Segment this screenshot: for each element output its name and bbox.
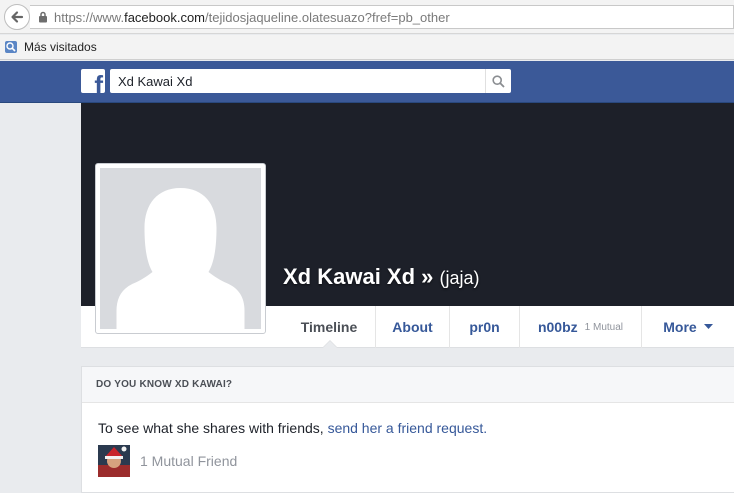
profile-picture[interactable] (95, 163, 266, 334)
browser-url-bar: https://www. facebook.com/tejidosjaquelin… (0, 0, 734, 34)
caret-down-icon (703, 324, 713, 330)
url-prefix: https://www. (54, 9, 125, 25)
alternate-name: (jaja) (439, 268, 480, 288)
bookmarks-toolbar: Más visitados (0, 35, 734, 60)
mutual-friend-avatar[interactable] (98, 445, 130, 477)
left-gutter (0, 103, 81, 493)
tab-more[interactable]: More (642, 306, 734, 348)
search-input[interactable]: Xd Kawai Xd (110, 69, 511, 93)
active-tab-pointer (322, 340, 338, 348)
tab-mutual-count: 1 Mutual (584, 321, 624, 333)
do-you-know-card: DO YOU KNOW XD KAWAI? To see what she sh… (81, 366, 734, 493)
back-button[interactable] (4, 4, 30, 30)
bookmark-page-icon (4, 40, 18, 54)
card-message: To see what she shares with friends, sen… (98, 420, 488, 436)
card-title: DO YOU KNOW XD KAWAI? (82, 367, 734, 403)
url-path: /tejidosjaqueline.olatesuazo?fref=pb_oth… (205, 9, 450, 25)
tab-about[interactable]: About (376, 306, 450, 348)
lock-icon (38, 11, 48, 23)
back-arrow-icon (11, 11, 24, 23)
url-host: facebook.com (124, 9, 206, 25)
tab-n00bz[interactable]: n00bz 1 Mutual (520, 306, 642, 348)
mutual-friends-count[interactable]: 1 Mutual Friend (140, 453, 237, 469)
default-avatar-silhouette-icon (100, 168, 261, 329)
search-icon (492, 74, 505, 88)
search-value: Xd Kawai Xd (118, 73, 193, 89)
address-field[interactable]: https://www. facebook.com/tejidosjaquelin… (30, 5, 734, 29)
fb-header: f Xd Kawai Xd (0, 61, 734, 103)
facebook-logo[interactable]: f (81, 69, 105, 93)
bookmark-most-visited[interactable]: Más visitados (24, 40, 97, 54)
tab-pr0n[interactable]: pr0n (450, 306, 520, 348)
search-button[interactable] (485, 69, 511, 93)
send-friend-request-link[interactable]: send her a friend request. (328, 420, 488, 436)
profile-name[interactable]: Xd Kawai Xd » (jaja) (283, 264, 480, 290)
mutual-friends-row: 1 Mutual Friend (98, 445, 237, 477)
